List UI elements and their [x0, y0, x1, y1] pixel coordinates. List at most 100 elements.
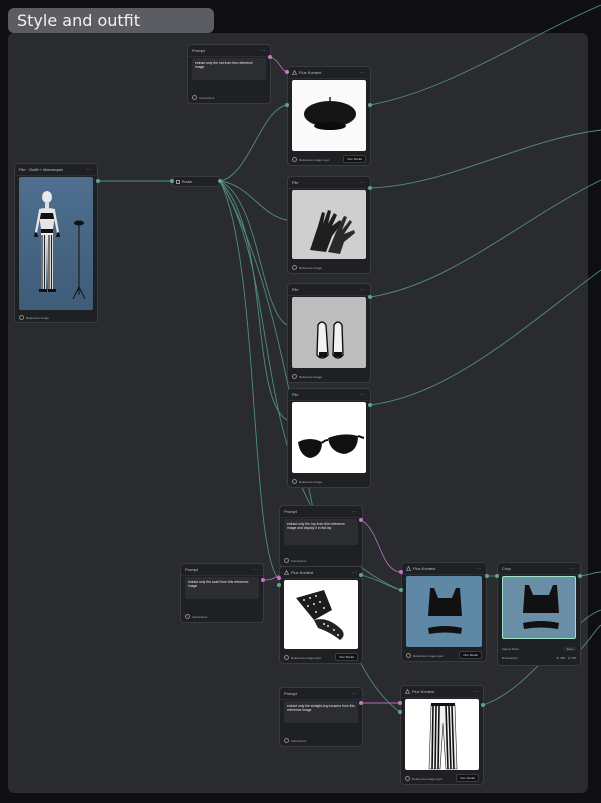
input-port[interactable] [399, 570, 403, 574]
node-title: File [292, 287, 299, 292]
prompt-text[interactable]: extract only the straight-leg trousers f… [284, 701, 358, 723]
prompt-output-port[interactable] [261, 578, 265, 582]
output-port[interactable] [368, 295, 372, 299]
shoes-image [292, 297, 366, 368]
more-dots-icon[interactable]: ··· [360, 180, 367, 186]
node-footer: Reference Image [299, 265, 323, 270]
height-value: 768 [570, 655, 576, 660]
status-dot-icon [284, 558, 289, 563]
node-title: Prompt [185, 567, 198, 572]
node-title: Flux Kontext [413, 566, 436, 571]
dimensions-label: Dimensions [502, 655, 518, 660]
status-dot-icon [292, 479, 297, 484]
output-port[interactable] [368, 103, 372, 107]
source-image-node[interactable]: File · Outfit + Mannequin ··· Reference … [14, 163, 98, 323]
node-title: File · Outfit + Mannequin [19, 167, 63, 172]
scarf-shape [296, 590, 344, 640]
prompt-output-port[interactable] [359, 518, 363, 522]
input-port[interactable] [277, 583, 281, 587]
more-dots-icon[interactable]: ··· [352, 691, 359, 697]
run-model-button[interactable]: Run Model [459, 651, 482, 659]
input-port[interactable] [398, 701, 402, 705]
input-port[interactable] [285, 70, 289, 74]
prompt-text[interactable]: extract only the scarf from this referen… [185, 577, 259, 599]
prompt-text[interactable]: extract only the hat from this reference… [192, 58, 266, 80]
crop-top-shape [523, 585, 559, 629]
width-field[interactable]: W 768 [556, 656, 565, 660]
input-port[interactable] [495, 574, 499, 578]
router-input-port[interactable] [170, 179, 174, 183]
router-label: Router [182, 179, 193, 184]
more-dots-icon[interactable]: ··· [360, 287, 367, 293]
status-dot-icon [284, 655, 289, 660]
crop-preview-image[interactable] [502, 576, 576, 639]
prompt-output-port[interactable] [359, 701, 363, 705]
run-model-button[interactable]: Run Model [335, 653, 358, 661]
output-port[interactable] [368, 186, 372, 190]
more-dots-icon[interactable]: ··· [260, 48, 267, 54]
prompt-top-node[interactable]: Prompt ··· extract only the top from this… [279, 505, 363, 567]
node-title: Flux Kontext [291, 570, 314, 575]
width-letter: W [556, 655, 560, 660]
top-output-image [406, 576, 482, 647]
triangle-model-icon [292, 70, 297, 75]
router-output-port[interactable] [218, 179, 222, 183]
node-title: Crop [502, 566, 511, 571]
height-letter: H [567, 655, 571, 660]
run-model-button[interactable]: Run Model [456, 774, 479, 782]
shoes-node[interactable]: File ··· Reference Image [287, 283, 371, 383]
gloves-node[interactable]: File ··· Reference Image [287, 176, 371, 274]
input-port[interactable] [398, 710, 402, 714]
more-dots-icon[interactable]: ··· [570, 566, 577, 572]
prompt-scarf-node[interactable]: Prompt ··· extract only the scarf from th… [180, 563, 264, 623]
output-port[interactable] [485, 574, 489, 578]
router-square-icon [176, 180, 180, 184]
node-footer: Instructions [291, 738, 307, 743]
more-dots-icon[interactable]: ··· [253, 567, 260, 573]
more-dots-icon[interactable]: ··· [360, 70, 367, 76]
scarf-output-image [284, 580, 358, 649]
router-node[interactable]: Router [172, 176, 220, 187]
more-dots-icon[interactable]: ··· [476, 566, 483, 572]
flux-top-node[interactable]: Flux Kontext ··· Reference image input Ru… [401, 562, 487, 662]
node-footer: Instructions [291, 558, 307, 563]
node-footer: Reference image input [412, 776, 443, 781]
more-dots-icon[interactable]: ··· [360, 392, 367, 398]
node-footer: Reference image input [299, 157, 330, 162]
prompt-hat-node[interactable]: Prompt ··· extract only the hat from this… [187, 44, 271, 104]
more-dots-icon[interactable]: ··· [87, 167, 94, 173]
height-field[interactable]: H 768 [568, 656, 576, 660]
shoes-shape [316, 321, 344, 359]
node-footer: Reference Image [26, 315, 50, 320]
output-port[interactable] [368, 403, 372, 407]
input-port[interactable] [285, 103, 289, 107]
flux-scarf-node[interactable]: Flux Kontext ··· Reference image input Ru… [279, 566, 363, 664]
output-port[interactable] [481, 703, 485, 707]
sunglasses-node[interactable]: File ··· Reference Image [287, 388, 371, 488]
node-title: Flux Kontext [299, 70, 322, 75]
more-dots-icon[interactable]: ··· [473, 689, 480, 695]
prompt-pants-node[interactable]: Prompt ··· extract only the straight-leg … [279, 687, 363, 747]
mannequin-figure [34, 191, 86, 300]
prompt-text[interactable]: extract only the top from this reference… [284, 519, 358, 545]
status-dot-icon [292, 265, 297, 270]
node-title: Prompt [284, 509, 297, 514]
flux-hat-node[interactable]: Flux Kontext ··· Reference image input Ru… [287, 66, 371, 166]
more-dots-icon[interactable]: ··· [352, 509, 359, 515]
prompt-output-port[interactable] [268, 55, 272, 59]
output-port[interactable] [578, 574, 582, 578]
run-model-button[interactable]: Run Model [343, 155, 366, 163]
status-dot-icon [192, 95, 197, 100]
flux-pants-node[interactable]: Flux Kontext ··· Reference image input Ru… [400, 685, 484, 785]
crop-node[interactable]: Crop ··· Aspect Ratio Free Dimensions W 7… [497, 562, 581, 666]
output-port[interactable] [359, 573, 363, 577]
aspect-ratio-select[interactable]: Free [563, 646, 576, 651]
input-port[interactable] [399, 588, 403, 592]
hat-output-image [292, 80, 366, 151]
input-port[interactable] [277, 576, 281, 580]
status-dot-icon [292, 374, 297, 379]
triangle-model-icon [406, 566, 411, 571]
output-port[interactable] [96, 179, 100, 183]
more-dots-icon[interactable]: ··· [352, 570, 359, 576]
trousers-shape [428, 703, 458, 770]
